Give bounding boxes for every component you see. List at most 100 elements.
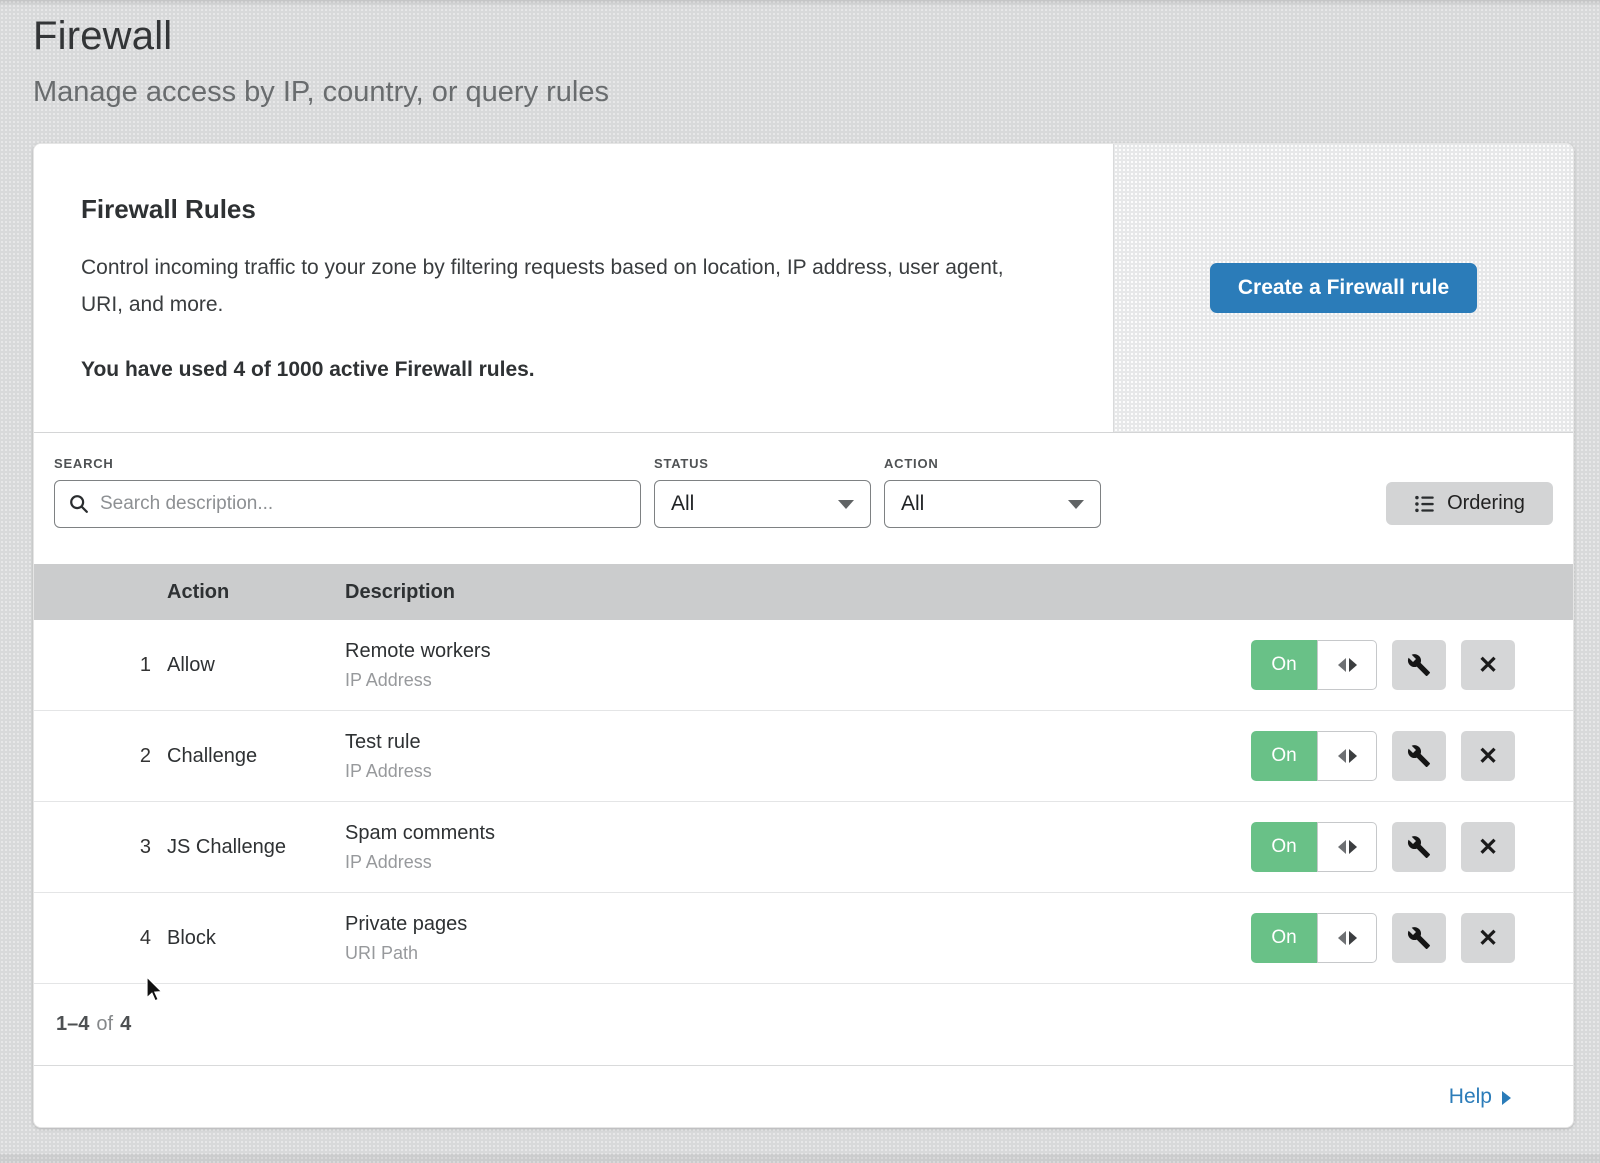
action-label: ACTION <box>884 456 1101 471</box>
search-input[interactable] <box>54 480 641 528</box>
intro-description: Control incoming traffic to your zone by… <box>81 249 1026 323</box>
rules-table-body: 1 Allow Remote workers IP Address On <box>34 620 1573 984</box>
action-selected-value: All <box>901 492 924 516</box>
pagination-range: 1–4 <box>56 1013 89 1036</box>
rule-description-cell: Remote workers IP Address <box>345 640 1251 691</box>
rule-priority: 4 <box>34 927 167 950</box>
rule-match-type: IP Address <box>345 670 1251 691</box>
arrow-left-icon <box>1338 931 1346 945</box>
rule-description: Test rule <box>345 731 1251 754</box>
toggle-handle[interactable] <box>1317 640 1377 690</box>
rule-priority: 3 <box>34 836 167 859</box>
rule-controls: On ✕ <box>1251 731 1573 781</box>
table-row: 3 JS Challenge Spam comments IP Address … <box>34 802 1573 893</box>
toggle-handle[interactable] <box>1317 822 1377 872</box>
rule-description: Spam comments <box>345 822 1251 845</box>
intro-section: Firewall Rules Control incoming traffic … <box>34 144 1573 433</box>
status-select[interactable]: All <box>654 480 871 528</box>
arrow-right-icon <box>1349 658 1357 672</box>
description-column-header: Description <box>345 581 1573 604</box>
panel-footer: Help <box>34 1066 1573 1127</box>
arrow-left-icon <box>1338 658 1346 672</box>
list-ordering-icon <box>1414 493 1436 515</box>
rule-match-type: IP Address <box>345 761 1251 782</box>
search-label: SEARCH <box>54 456 641 471</box>
edit-rule-button[interactable] <box>1392 731 1446 781</box>
rule-priority: 2 <box>34 745 167 768</box>
table-row: 4 Block Private pages URI Path On <box>34 893 1573 984</box>
rule-enabled-toggle[interactable]: On <box>1251 913 1377 963</box>
table-row: 2 Challenge Test rule IP Address On <box>34 711 1573 802</box>
toggle-handle[interactable] <box>1317 731 1377 781</box>
chevron-down-icon <box>838 500 854 509</box>
edit-rule-button[interactable] <box>1392 913 1446 963</box>
action-group: ACTION All <box>884 456 1101 528</box>
arrow-left-icon <box>1338 749 1346 763</box>
action-select[interactable]: All <box>884 480 1101 528</box>
chevron-down-icon <box>1068 500 1084 509</box>
help-label: Help <box>1449 1085 1492 1109</box>
rule-priority: 1 <box>34 654 167 677</box>
edit-rule-button[interactable] <box>1392 822 1446 872</box>
delete-rule-button[interactable]: ✕ <box>1461 822 1515 872</box>
status-label: STATUS <box>654 456 871 471</box>
intro-text: Firewall Rules Control incoming traffic … <box>34 144 1113 432</box>
table-row: 1 Allow Remote workers IP Address On <box>34 620 1573 711</box>
action-column-header: Action <box>167 581 345 604</box>
rule-description-cell: Test rule IP Address <box>345 731 1251 782</box>
firewall-panel: Firewall Rules Control incoming traffic … <box>33 143 1574 1128</box>
rule-enabled-toggle[interactable]: On <box>1251 731 1377 781</box>
delete-rule-button[interactable]: ✕ <box>1461 913 1515 963</box>
delete-rule-button[interactable]: ✕ <box>1461 731 1515 781</box>
rule-action: Block <box>167 927 345 950</box>
wrench-icon <box>1407 653 1431 677</box>
arrow-left-icon <box>1338 840 1346 854</box>
intro-heading: Firewall Rules <box>81 194 1053 225</box>
pagination: 1–4 of 4 <box>34 984 1573 1066</box>
page-title: Firewall <box>33 10 1600 62</box>
wrench-icon <box>1407 926 1431 950</box>
create-firewall-rule-button[interactable]: Create a Firewall rule <box>1210 263 1477 313</box>
close-icon: ✕ <box>1478 924 1498 953</box>
rule-description: Private pages <box>345 913 1251 936</box>
page-header: Firewall Manage access by IP, country, o… <box>0 0 1600 143</box>
filter-bar: SEARCH STATUS All ACTION All <box>34 433 1573 564</box>
help-link[interactable]: Help <box>1449 1085 1511 1109</box>
toggle-handle[interactable] <box>1317 913 1377 963</box>
toggle-on-state[interactable]: On <box>1251 731 1317 781</box>
toggle-on-state[interactable]: On <box>1251 913 1317 963</box>
arrow-right-icon <box>1349 840 1357 854</box>
edit-rule-button[interactable] <box>1392 640 1446 690</box>
rule-description-cell: Spam comments IP Address <box>345 822 1251 873</box>
close-icon: ✕ <box>1478 742 1498 771</box>
close-icon: ✕ <box>1478 651 1498 680</box>
rule-enabled-toggle[interactable]: On <box>1251 640 1377 690</box>
rule-match-type: IP Address <box>345 852 1251 873</box>
toggle-on-state[interactable]: On <box>1251 640 1317 690</box>
status-selected-value: All <box>671 492 694 516</box>
wrench-icon <box>1407 744 1431 768</box>
rule-enabled-toggle[interactable]: On <box>1251 822 1377 872</box>
rule-controls: On ✕ <box>1251 913 1573 963</box>
rule-description: Remote workers <box>345 640 1251 663</box>
ordering-button[interactable]: Ordering <box>1386 482 1553 525</box>
wrench-icon <box>1407 835 1431 859</box>
delete-rule-button[interactable]: ✕ <box>1461 640 1515 690</box>
rule-action: Allow <box>167 654 345 677</box>
rules-usage-text: You have used 4 of 1000 active Firewall … <box>81 358 1053 382</box>
rule-action: Challenge <box>167 745 345 768</box>
pagination-of: of <box>96 1013 113 1036</box>
rule-match-type: URI Path <box>345 943 1251 964</box>
close-icon: ✕ <box>1478 833 1498 862</box>
arrow-right-icon <box>1502 1091 1511 1105</box>
toggle-on-state[interactable]: On <box>1251 822 1317 872</box>
search-group: SEARCH <box>54 456 641 528</box>
table-header: Action Description <box>34 564 1573 620</box>
rule-controls: On ✕ <box>1251 640 1573 690</box>
arrow-right-icon <box>1349 931 1357 945</box>
rule-description-cell: Private pages URI Path <box>345 913 1251 964</box>
status-group: STATUS All <box>654 456 871 528</box>
create-rule-panel: Create a Firewall rule <box>1113 144 1573 432</box>
pagination-total: 4 <box>120 1013 131 1036</box>
rule-controls: On ✕ <box>1251 822 1573 872</box>
